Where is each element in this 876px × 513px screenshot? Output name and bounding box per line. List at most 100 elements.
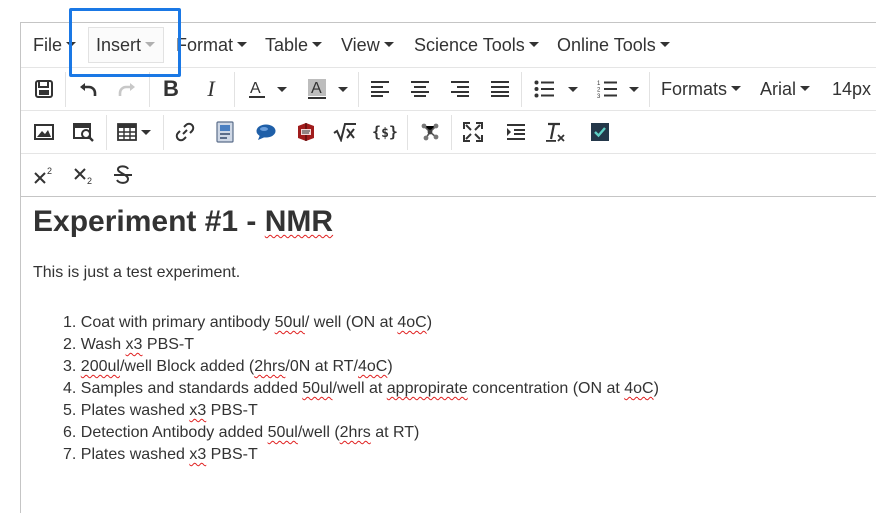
table-icon [117, 123, 137, 141]
save-button[interactable] [31, 74, 57, 104]
justify-icon [491, 81, 509, 97]
align-left-icon [371, 81, 389, 97]
insert-image-button[interactable] [31, 117, 57, 147]
formula-icon [333, 123, 356, 142]
background-color-dropdown[interactable] [336, 74, 350, 104]
background-color-icon: A [308, 79, 326, 99]
menu-file-label: File [33, 35, 63, 55]
media-button[interactable] [212, 117, 238, 147]
link-icon [175, 122, 195, 142]
chevron-down-icon [338, 86, 348, 92]
chevron-down-icon [568, 86, 578, 92]
list-item: 5. Plates washed x3 PBS-T [63, 402, 258, 419]
clear-formatting-button[interactable] [543, 117, 569, 147]
align-right-button[interactable] [447, 74, 473, 104]
menu-table-label: Table [265, 35, 309, 55]
bold-icon: B [163, 76, 179, 101]
book-icon [298, 123, 314, 141]
bullet-list-dropdown[interactable] [566, 74, 580, 104]
text-color-button[interactable]: A [243, 74, 271, 104]
menu-insert[interactable]: Insert [96, 35, 156, 56]
bold-button[interactable]: B [158, 74, 184, 104]
font-size-select[interactable]: 14px [832, 79, 871, 100]
bullet-list-icon [534, 80, 554, 98]
undo-button[interactable] [75, 74, 101, 104]
text-color-dropdown[interactable] [275, 74, 289, 104]
content-divider [21, 196, 876, 197]
undo-icon [80, 83, 97, 96]
indent-button[interactable] [503, 117, 529, 147]
justify-button[interactable] [487, 74, 513, 104]
menu-science-tools-label: Science Tools [414, 35, 525, 55]
molecule-icon [421, 123, 439, 141]
superscript-button[interactable]: 2 [31, 160, 57, 190]
svg-text:2: 2 [87, 176, 92, 185]
chevron-down-icon [237, 42, 248, 48]
numbered-list-dropdown[interactable] [627, 74, 641, 104]
preview-button[interactable] [71, 117, 97, 147]
background-color-button[interactable]: A [303, 74, 331, 104]
molecule-button[interactable] [417, 117, 443, 147]
numbered-list-button[interactable]: 123 [594, 74, 620, 104]
comment-icon [256, 124, 276, 140]
font-size-label: 14px [832, 79, 872, 99]
align-center-button[interactable] [407, 74, 433, 104]
subscript-button[interactable]: 2 [71, 160, 97, 190]
svg-text:2: 2 [47, 166, 52, 176]
strikethrough-icon [114, 165, 132, 184]
formula-button[interactable] [332, 117, 358, 147]
redo-button[interactable] [114, 74, 140, 104]
link-button[interactable] [172, 117, 198, 147]
menu-format-label: Format [176, 35, 234, 55]
chevron-down-icon [528, 42, 539, 48]
title-prefix: Experiment #1 - [33, 205, 265, 238]
font-family-label: Arial [760, 79, 797, 99]
chevron-down-icon [66, 42, 77, 48]
numbered-list-icon: 123 [597, 81, 617, 99]
table-dropdown[interactable] [139, 117, 153, 147]
menu-insert-label: Insert [96, 35, 142, 55]
svg-text:A: A [311, 80, 322, 97]
italic-button[interactable]: I [198, 74, 224, 104]
menu-table[interactable]: Table [265, 35, 323, 56]
text-color-icon: A [249, 80, 265, 98]
formats-dropdown[interactable]: Formats [661, 79, 742, 100]
svg-text:3: 3 [597, 94, 601, 99]
redo-icon [118, 83, 135, 96]
align-right-icon [451, 81, 469, 97]
menu-online-tools[interactable]: Online Tools [557, 35, 670, 56]
image-icon [34, 124, 54, 140]
fullscreen-button[interactable] [460, 117, 486, 147]
chevron-down-icon [277, 86, 287, 92]
list-item: 4. Samples and standards added 50ul/well… [63, 380, 659, 397]
clear-format-icon [546, 122, 565, 142]
chevron-down-icon [659, 42, 670, 48]
toolbar-row-1: B I A A 123 Formats Arial 14px [21, 67, 876, 110]
chevron-down-icon [629, 86, 639, 92]
font-family-select[interactable]: Arial [760, 79, 811, 100]
strikethrough-button[interactable] [110, 160, 136, 190]
menu-file[interactable]: File [33, 35, 77, 56]
chevron-down-icon [383, 42, 394, 48]
menu-view[interactable]: View [341, 35, 394, 56]
chevron-down-icon [800, 86, 811, 92]
book-button[interactable] [293, 117, 319, 147]
preview-icon [73, 123, 94, 142]
document-body[interactable]: Experiment #1 - NMR This is just a test … [33, 203, 873, 466]
indent-icon [507, 124, 525, 140]
align-center-icon [411, 81, 429, 97]
code-button[interactable]: {$} [371, 117, 399, 147]
menu-format[interactable]: Format [176, 35, 248, 56]
comment-button[interactable] [253, 117, 279, 147]
menu-online-tools-label: Online Tools [557, 35, 656, 55]
chevron-down-icon [141, 129, 151, 135]
menu-science-tools[interactable]: Science Tools [414, 35, 539, 56]
bullet-list-button[interactable] [531, 74, 557, 104]
spellcheck-button[interactable] [587, 117, 613, 147]
svg-text:A: A [250, 80, 261, 97]
document-title: Experiment #1 - NMR [33, 203, 873, 241]
chevron-down-icon [312, 42, 323, 48]
table-button[interactable] [114, 117, 140, 147]
align-left-button[interactable] [367, 74, 393, 104]
svg-text:1: 1 [597, 81, 601, 87]
